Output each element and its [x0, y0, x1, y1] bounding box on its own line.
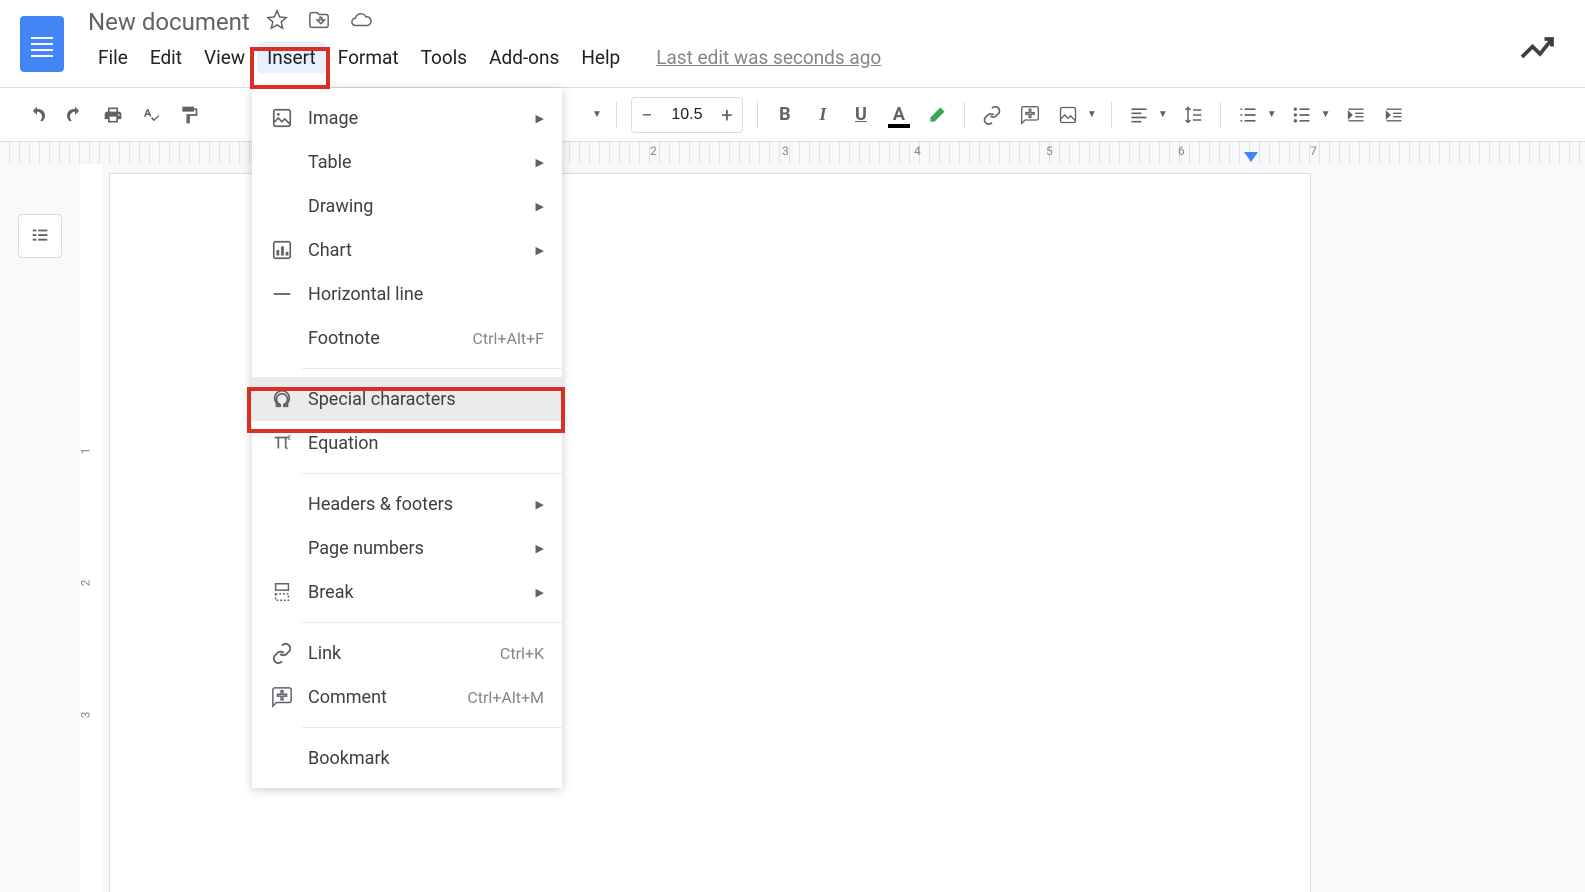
docs-logo-icon[interactable]: [20, 16, 64, 72]
vertical-ruler[interactable]: 1 2 3: [80, 164, 102, 892]
menu-separator: [302, 473, 562, 474]
add-comment-button[interactable]: [1013, 98, 1047, 132]
underline-button[interactable]: U: [844, 98, 878, 132]
insert-headers-footers[interactable]: Headers & footers ▶: [252, 482, 562, 526]
insert-image[interactable]: Image ▶: [252, 96, 562, 140]
menu-format[interactable]: Format: [328, 42, 409, 73]
toolbar: ▼ − + B I U A ▼ ▼ ▼ ▼: [0, 88, 1585, 142]
align-button[interactable]: [1122, 98, 1156, 132]
decrease-indent-button[interactable]: [1339, 98, 1373, 132]
font-size-control: − +: [631, 97, 743, 133]
insert-link-button[interactable]: [975, 98, 1009, 132]
page-break-icon: [270, 580, 294, 604]
insert-comment[interactable]: Comment Ctrl+Alt+M: [252, 675, 562, 719]
menu-edit[interactable]: Edit: [140, 42, 192, 73]
font-size-increase[interactable]: +: [712, 98, 742, 132]
menu-separator: [302, 622, 562, 623]
chart-icon: [270, 238, 294, 262]
horizontal-line-icon: [270, 282, 294, 306]
highlight-button[interactable]: [920, 98, 954, 132]
insert-table[interactable]: Table ▶: [252, 140, 562, 184]
undo-button[interactable]: [20, 98, 54, 132]
font-size-decrease[interactable]: −: [632, 98, 662, 132]
font-size-input[interactable]: [662, 106, 712, 124]
submenu-arrow-icon: ▶: [536, 156, 544, 169]
menu-separator: [302, 368, 562, 369]
italic-button[interactable]: I: [806, 98, 840, 132]
document-title[interactable]: New document: [88, 8, 250, 36]
insert-page-numbers[interactable]: Page numbers ▶: [252, 526, 562, 570]
insert-equation[interactable]: 2 Equation: [252, 421, 562, 465]
move-icon[interactable]: [308, 9, 330, 35]
svg-text:2: 2: [288, 433, 292, 441]
bulleted-list-button[interactable]: [1285, 98, 1319, 132]
insert-link[interactable]: Link Ctrl+K: [252, 631, 562, 675]
comment-icon: [270, 685, 294, 709]
print-button[interactable]: [96, 98, 130, 132]
bold-button[interactable]: B: [768, 98, 802, 132]
font-dropdown-caret[interactable]: ▼: [592, 109, 606, 120]
star-icon[interactable]: [266, 9, 288, 35]
insert-break[interactable]: Break ▶: [252, 570, 562, 614]
numbered-list-button[interactable]: [1231, 98, 1265, 132]
insert-drawing[interactable]: Drawing ▶: [252, 184, 562, 228]
submenu-arrow-icon: ▶: [536, 244, 544, 257]
align-dropdown-caret[interactable]: ▼: [1158, 109, 1172, 120]
omega-icon: [270, 387, 294, 411]
horizontal-ruler[interactable]: 2 3 4 5 6 7: [0, 142, 1585, 164]
submenu-arrow-icon: ▶: [536, 586, 544, 599]
menu-tools[interactable]: Tools: [411, 42, 478, 73]
text-color-button[interactable]: A: [882, 98, 916, 132]
menu-insert[interactable]: Insert: [257, 42, 326, 73]
last-edit-link[interactable]: Last edit was seconds ago: [656, 46, 881, 69]
activity-icon[interactable]: [1519, 30, 1555, 70]
outline-toggle-button[interactable]: [18, 214, 62, 258]
submenu-arrow-icon: ▶: [536, 542, 544, 555]
link-icon: [270, 641, 294, 665]
image-icon: [270, 106, 294, 130]
submenu-arrow-icon: ▶: [536, 498, 544, 511]
submenu-arrow-icon: ▶: [536, 112, 544, 125]
menu-addons[interactable]: Add-ons: [479, 42, 569, 73]
menubar: File Edit View Insert Format Tools Add-o…: [88, 42, 1565, 73]
numbered-list-caret[interactable]: ▼: [1267, 109, 1281, 120]
document-area: 1 2 3: [0, 164, 1585, 892]
insert-footnote[interactable]: Footnote Ctrl+Alt+F: [252, 316, 562, 360]
bulleted-list-caret[interactable]: ▼: [1321, 109, 1335, 120]
paint-format-button[interactable]: [172, 98, 206, 132]
titlebar: New document File Edit View Insert Forma…: [0, 0, 1585, 88]
submenu-arrow-icon: ▶: [536, 200, 544, 213]
insert-horizontal-line[interactable]: Horizontal line: [252, 272, 562, 316]
cloud-status-icon[interactable]: [350, 9, 372, 35]
insert-bookmark[interactable]: Bookmark: [252, 736, 562, 780]
increase-indent-button[interactable]: [1377, 98, 1411, 132]
line-spacing-button[interactable]: [1176, 98, 1210, 132]
menu-file[interactable]: File: [88, 42, 138, 73]
redo-button[interactable]: [58, 98, 92, 132]
insert-chart[interactable]: Chart ▶: [252, 228, 562, 272]
image-dropdown-caret[interactable]: ▼: [1087, 109, 1101, 120]
menu-separator: [302, 727, 562, 728]
menu-help[interactable]: Help: [571, 42, 630, 73]
spellcheck-button[interactable]: [134, 98, 168, 132]
menu-view[interactable]: View: [194, 42, 255, 73]
insert-special-characters[interactable]: Special characters: [252, 377, 562, 421]
ruler-right-margin[interactable]: [1244, 152, 1258, 162]
insert-image-button[interactable]: [1051, 98, 1085, 132]
pi-icon: 2: [270, 431, 294, 455]
insert-menu-dropdown: Image ▶ Table ▶ Drawing ▶ Chart ▶ Horizo…: [252, 88, 562, 788]
